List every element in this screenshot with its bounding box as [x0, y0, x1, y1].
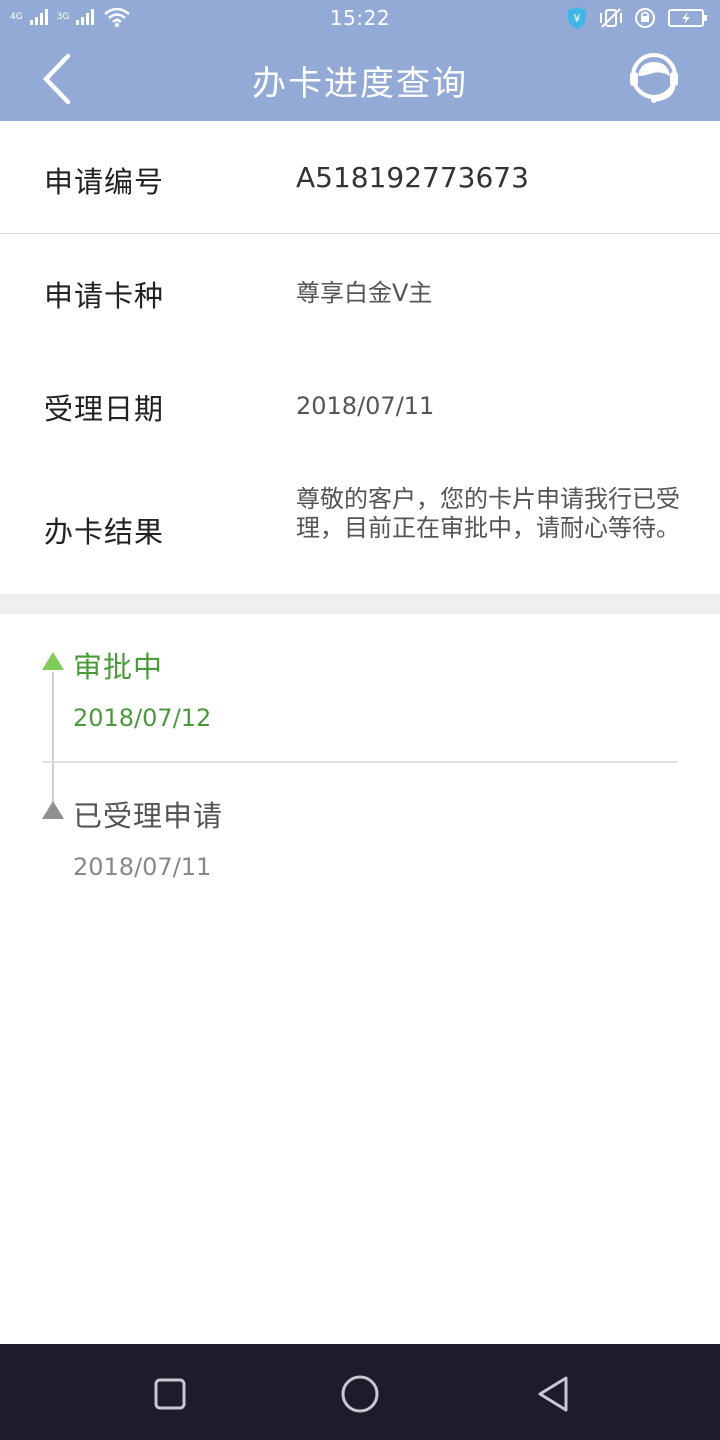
circle-icon	[341, 1375, 379, 1413]
result-row: 办卡结果 尊敬的客户，您的卡片申请我行已受理，目前正在审批中，请耐心等待。	[0, 461, 720, 594]
system-navigation-bar	[0, 1344, 720, 1440]
customer-service-headset-icon	[630, 53, 678, 103]
application-number-label: 申请编号	[44, 165, 165, 199]
page-title: 办卡进度查询	[252, 64, 468, 104]
timeline-divider	[42, 761, 678, 763]
timeline-date: 2018/07/12	[73, 704, 212, 732]
home-button[interactable]	[336, 1370, 384, 1418]
vibrate-mute-icon	[600, 8, 622, 28]
battery-charging-icon	[668, 9, 707, 27]
card-type-value: 尊享白金V主	[296, 279, 433, 307]
triangle-marker-icon	[42, 652, 64, 670]
accept-date-row: 受理日期 2018/07/11	[0, 348, 720, 461]
timeline-line	[52, 672, 54, 802]
application-number-value: A518192773673	[296, 161, 529, 194]
card-type-row: 申请卡种 尊享白金V主	[0, 235, 720, 348]
square-icon	[154, 1378, 186, 1410]
accept-date-value: 2018/07/11	[296, 392, 435, 420]
timeline-status: 已受理申请	[73, 799, 224, 833]
svg-text:¥: ¥	[574, 12, 581, 25]
section-divider	[0, 594, 720, 614]
header: 办卡进度查询	[0, 38, 720, 121]
triangle-marker-icon	[42, 801, 64, 819]
result-value: 尊敬的客户，您的卡片申请我行已受理，目前正在审批中，请耐心等待。	[296, 485, 680, 542]
system-back-button[interactable]	[530, 1370, 578, 1418]
status-bar: 4G 3G 15:22 ¥	[0, 0, 720, 38]
screen: 4G 3G 15:22 ¥ 办卡进度查询 申请编号 A518192773673 …	[0, 0, 720, 1440]
customer-service-button[interactable]	[626, 50, 682, 106]
timeline-date: 2018/07/11	[73, 853, 212, 881]
recent-apps-button[interactable]	[146, 1370, 194, 1418]
application-number-row: 申请编号 A518192773673	[0, 121, 720, 234]
status-right: ¥	[566, 6, 708, 30]
timeline-status: 审批中	[73, 650, 164, 684]
card-type-label: 申请卡种	[44, 279, 165, 313]
result-label: 办卡结果	[44, 515, 165, 549]
security-shield-icon: ¥	[568, 7, 586, 29]
triangle-back-icon	[538, 1376, 568, 1412]
rotation-lock-icon	[635, 8, 655, 28]
accept-date-label: 受理日期	[44, 392, 165, 426]
